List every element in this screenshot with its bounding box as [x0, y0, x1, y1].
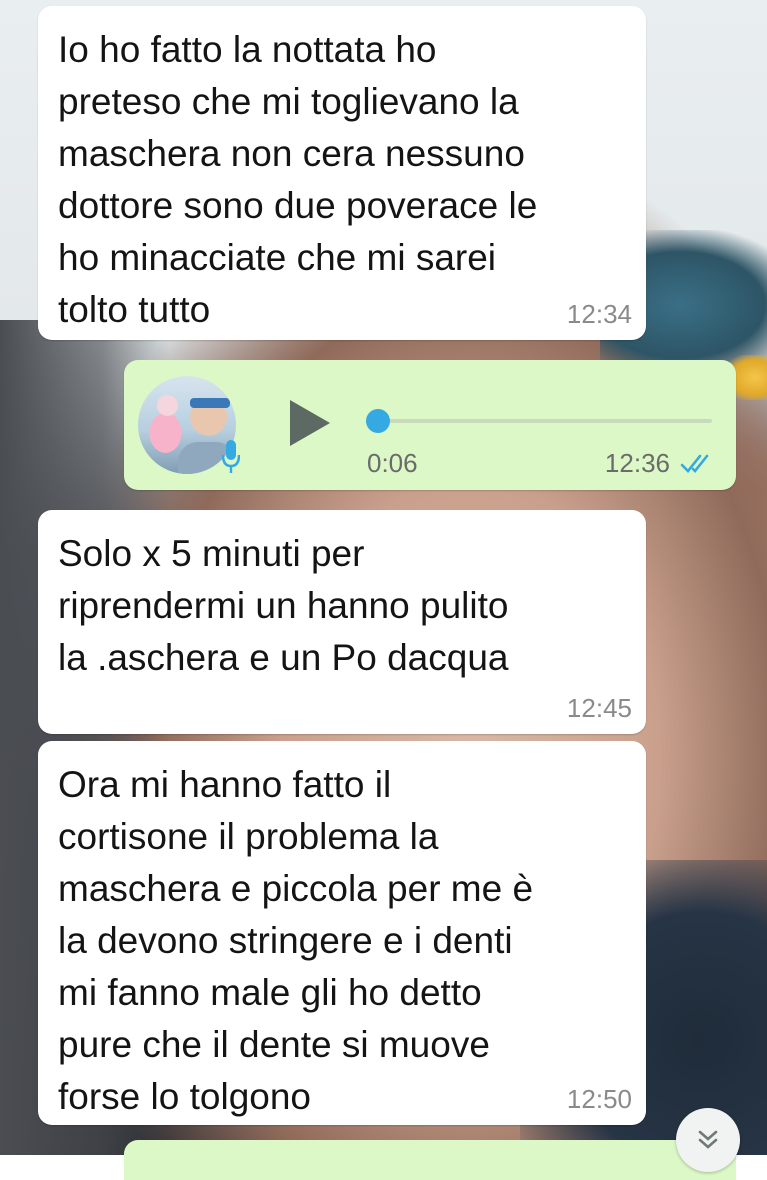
voice-duration: 0:06 — [367, 448, 418, 478]
voice-progress-handle[interactable] — [366, 409, 390, 433]
double-check-read-icon — [680, 454, 709, 473]
incoming-message-bubble[interactable]: Solo x 5 minuti per riprendermi un hanno… — [38, 510, 646, 734]
outgoing-message-bubble-partial[interactable] — [124, 1140, 736, 1180]
message-text: Io ho fatto la nottata ho preteso che mi… — [58, 29, 538, 330]
play-icon[interactable] — [288, 398, 332, 448]
incoming-message-bubble[interactable]: Ora mi hanno fatto il cortisone il probl… — [38, 741, 646, 1125]
message-text: Ora mi hanno fatto il cortisone il probl… — [58, 764, 534, 1117]
message-text: Solo x 5 minuti per riprendermi un hanno… — [58, 533, 509, 678]
message-time: 12:34 — [566, 299, 632, 329]
incoming-message-bubble[interactable]: Io ho fatto la nottata ho preteso che mi… — [38, 6, 646, 340]
voice-progress-track[interactable] — [378, 419, 712, 423]
message-time: 12:50 — [566, 1084, 632, 1114]
scroll-down-button[interactable] — [676, 1108, 740, 1172]
outgoing-voice-message[interactable]: 0:06 12:36 — [124, 360, 736, 490]
message-time: 12:36 — [604, 448, 670, 478]
avatar-headband — [190, 398, 230, 408]
microphone-icon — [222, 440, 240, 473]
chevron-down-icon — [698, 1130, 718, 1149]
message-time: 12:45 — [566, 693, 632, 723]
